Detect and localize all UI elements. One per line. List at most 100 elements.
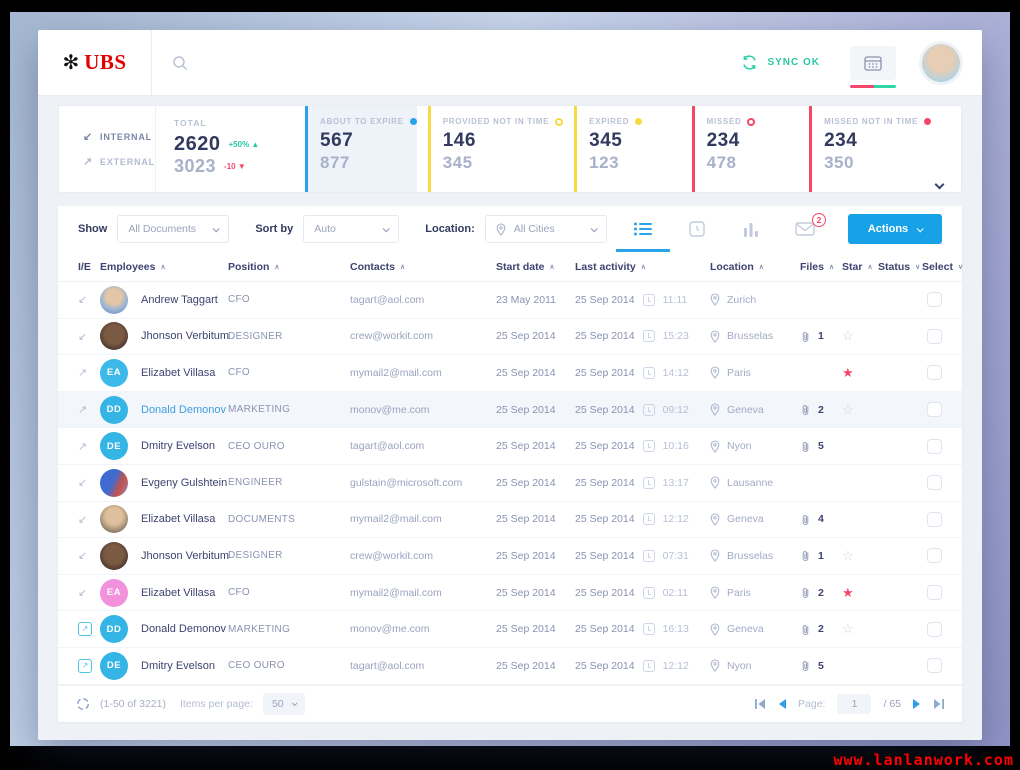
image-frame: ✻ UBS SYNC OK ↙ INTERNAL ↗ EXTERNAL TOTA… (0, 0, 1020, 770)
contact-email[interactable]: gulstain@microsoft.com (350, 477, 496, 489)
paperclip-icon (800, 403, 811, 416)
refresh-button[interactable] (76, 697, 90, 711)
row-checkbox[interactable] (927, 585, 942, 601)
external-link-icon[interactable]: ↗ (78, 658, 92, 673)
contact-email[interactable]: mymail2@mail.com (350, 513, 496, 525)
row-checkbox[interactable] (927, 475, 942, 491)
user-avatar[interactable] (922, 43, 960, 82)
location-city: Paris (727, 586, 751, 599)
tab-list-view[interactable] (616, 206, 670, 252)
row-checkbox[interactable] (927, 292, 942, 308)
items-per-page-dropdown[interactable]: 50 (262, 693, 305, 715)
row-checkbox[interactable] (927, 621, 942, 637)
column-header[interactable]: Start date ∧ (496, 261, 575, 273)
table-row[interactable]: ↙ Andrew Taggart CFO tagart@aol.com 23 M… (58, 282, 962, 319)
first-page-button[interactable] (755, 699, 766, 709)
avatar: DE (100, 651, 128, 680)
stat-card[interactable]: EXPIRED 345 123 (574, 106, 680, 192)
contact-email[interactable]: tagart@aol.com (350, 440, 496, 452)
page-label: Page: (798, 698, 826, 710)
row-checkbox[interactable] (927, 365, 942, 381)
star-toggle[interactable]: ★ (842, 585, 878, 601)
map-pin-icon (496, 222, 506, 236)
internal-legend[interactable]: ↙ INTERNAL (83, 130, 155, 143)
employee-name: Andrew Taggart (141, 293, 218, 306)
table-row[interactable]: ↙ Elizabet Villasa DOCUMENTS mymail2@mai… (58, 501, 962, 539)
location-dropdown[interactable]: All Cities (484, 215, 607, 243)
column-header[interactable]: Status ∨ (878, 261, 922, 273)
contact-email[interactable]: crew@workit.com (350, 550, 496, 562)
next-page-button[interactable] (913, 699, 921, 709)
table-row[interactable]: ↙ EA Elizabet Villasa CFO mymail2@mail.c… (58, 574, 962, 612)
star-toggle[interactable]: ★ (842, 365, 878, 381)
contact-email[interactable]: tagart@aol.com (350, 660, 496, 672)
column-header[interactable]: Files ∧ (800, 261, 842, 273)
table-row[interactable]: ↗ DD Donald Demonov MARKETING monov@me.c… (58, 611, 962, 648)
column-header[interactable]: Last activity ∧ (575, 261, 710, 273)
stat-card[interactable]: MISSED NOT IN TIME 234 350 (809, 106, 931, 192)
sync-status[interactable]: SYNC OK (741, 54, 820, 71)
column-header[interactable]: Contacts ∧ (350, 261, 496, 273)
row-checkbox[interactable] (927, 658, 942, 674)
search-button[interactable] (172, 55, 188, 71)
avatar: EA (100, 358, 128, 387)
column-header[interactable]: Location ∧ (710, 261, 800, 273)
contact-email[interactable]: tagart@aol.com (350, 294, 496, 306)
actions-button[interactable]: Actions (848, 214, 942, 244)
stats-panel: ↙ INTERNAL ↗ EXTERNAL TOTAL 2620 +50% ▲ (58, 105, 962, 193)
previous-page-button[interactable] (778, 699, 787, 709)
column-header[interactable]: Select ∨ (922, 261, 963, 273)
employee-name: Jhonson Verbitum (141, 330, 230, 343)
column-header[interactable]: I/E (78, 261, 100, 273)
contact-email[interactable]: monov@me.com (350, 623, 496, 635)
table-row[interactable]: ↗ DE Dmitry Evelson CEO OURO tagart@aol.… (58, 647, 962, 685)
table-row[interactable]: ↗ EA Elizabet Villasa CFO mymail2@mail.c… (58, 355, 962, 392)
last-activity-time: 14:12 (662, 366, 689, 379)
contact-email[interactable]: monov@me.com (350, 404, 496, 416)
table-row[interactable]: ↙ Evgeny Gulshtein ENGINEER gulstain@mic… (58, 464, 962, 502)
row-checkbox[interactable] (927, 438, 942, 454)
row-checkbox[interactable] (927, 511, 942, 527)
ie-indicator: ↙ (78, 513, 88, 526)
ubs-logo[interactable]: ✻ UBS (38, 30, 152, 95)
table-row[interactable]: ↗ DD Donald Demonov MARKETING monov@me.c… (58, 391, 962, 429)
stats-expand-button[interactable] (934, 175, 945, 190)
files-count: 2 (818, 403, 824, 416)
contact-email[interactable]: crew@workit.com (350, 330, 496, 342)
location-city: Nyon (727, 659, 752, 672)
page-input[interactable] (837, 694, 872, 714)
star-toggle[interactable]: ☆ (842, 328, 878, 344)
star-toggle[interactable]: ☆ (842, 548, 878, 564)
ie-indicator: ↗ (78, 440, 88, 453)
table-row[interactable]: ↙ Jhonson Verbitum DESIGNER crew@workit.… (58, 538, 962, 575)
column-header[interactable]: Employees ∧ (100, 261, 228, 273)
sort-dropdown[interactable]: Auto (303, 215, 400, 243)
table-row[interactable]: ↗ DE Dmitry Evelson CEO OURO tagart@aol.… (58, 428, 962, 465)
last-activity-time: 10:16 (662, 440, 689, 453)
stat-card[interactable]: ABOUT TO EXPIRE 567 877 (305, 106, 417, 192)
column-header[interactable]: Star ∧ (842, 261, 878, 273)
external-legend[interactable]: ↗ EXTERNAL (83, 155, 155, 168)
show-dropdown[interactable]: All Documents (117, 215, 230, 243)
tab-chart-view[interactable] (724, 206, 778, 252)
row-checkbox[interactable] (927, 328, 942, 344)
contact-email[interactable]: mymail2@mail.com (350, 367, 496, 379)
tab-mail-view[interactable]: 2 (778, 206, 832, 252)
star-toggle[interactable]: ☆ (842, 621, 878, 637)
last-activity-date: 25 Sep 2014 (575, 476, 635, 489)
last-page-button[interactable] (933, 699, 944, 709)
row-checkbox[interactable] (927, 548, 942, 564)
files-count: 5 (818, 659, 824, 672)
stat-card[interactable]: PROVIDED NOT IN TIME 146 345 (427, 106, 564, 192)
star-toggle[interactable]: ☆ (842, 402, 878, 418)
row-checkbox[interactable] (927, 402, 942, 418)
calendar-button[interactable] (850, 45, 896, 88)
external-link-icon[interactable]: ↗ (78, 622, 92, 637)
tab-schedule-view[interactable] (670, 206, 724, 252)
app-header: ✻ UBS SYNC OK (38, 30, 982, 96)
clock-icon (642, 659, 655, 672)
column-header[interactable]: Position ∧ (228, 261, 350, 273)
stat-card[interactable]: MISSED 234 478 (691, 106, 798, 192)
contact-email[interactable]: mymail2@mail.com (350, 587, 496, 599)
table-row[interactable]: ↙ Jhonson Verbitum DESIGNER crew@workit.… (58, 318, 962, 356)
